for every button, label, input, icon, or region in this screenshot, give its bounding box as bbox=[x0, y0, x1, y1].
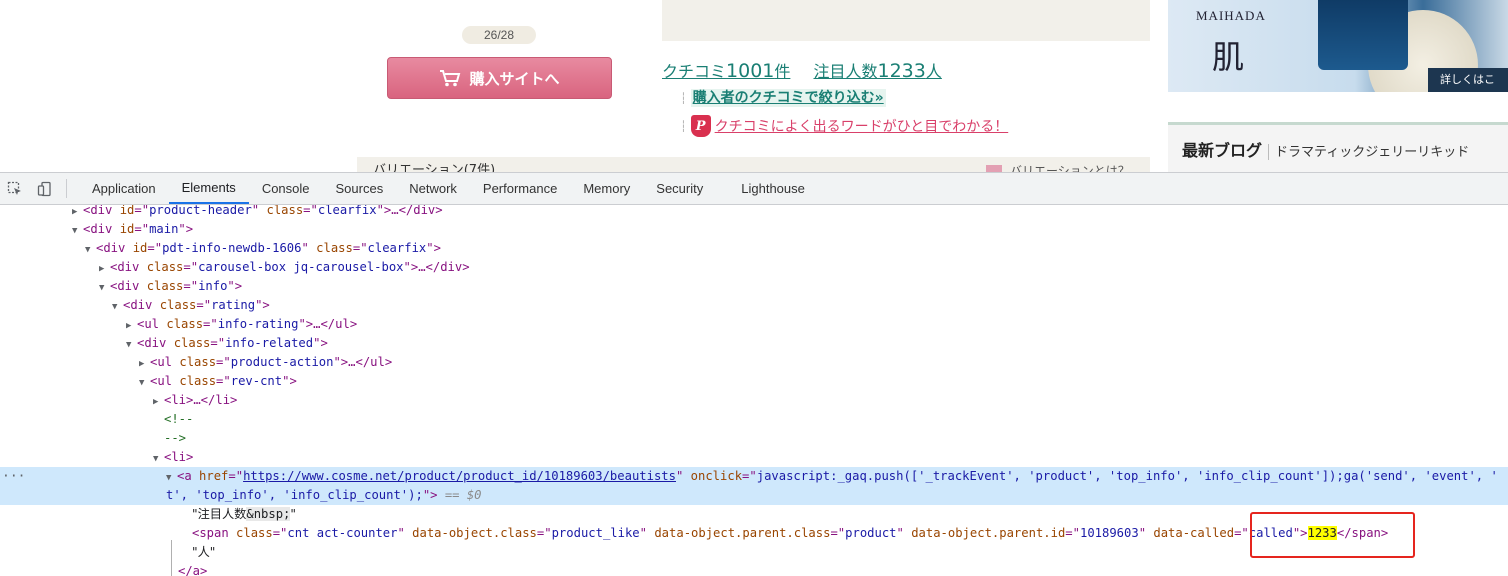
attr-value: cnt act-counter bbox=[287, 526, 398, 540]
tab-sources[interactable]: Sources bbox=[323, 173, 397, 204]
cart-icon bbox=[440, 70, 461, 87]
dom-node[interactable]: ▼ <div id="main"> bbox=[0, 220, 1508, 239]
carousel-counter: 26/28 bbox=[462, 26, 536, 44]
dom-node[interactable]: ▼ <li> bbox=[0, 448, 1508, 467]
blog-heading: 最新ブログ bbox=[1182, 141, 1263, 160]
tab-lighthouse[interactable]: Lighthouse bbox=[728, 173, 818, 204]
attr-value: rating bbox=[211, 298, 256, 312]
devtools-tabbar: Application Elements Console Sources Net… bbox=[0, 173, 1508, 205]
attr-value: 10189603 bbox=[1079, 526, 1139, 540]
attention-count: 1233 bbox=[877, 60, 926, 82]
dom-comment[interactable]: --> bbox=[0, 429, 1508, 448]
content-header-band bbox=[662, 0, 1150, 41]
device-toolbar-icon[interactable] bbox=[30, 173, 60, 204]
attr-value: main bbox=[149, 222, 179, 236]
attr-value: clearfix bbox=[367, 241, 427, 255]
attr-value: carousel-box jq-carousel-box bbox=[198, 260, 404, 274]
tab-application[interactable]: Application bbox=[79, 173, 169, 204]
tab-memory[interactable]: Memory bbox=[570, 173, 643, 204]
blog-title[interactable]: ドラマティックジェリーリキッド bbox=[1275, 145, 1469, 160]
filter-purchaser-row: ┆ 購入者のクチコミで絞り込む» bbox=[680, 87, 886, 107]
tab-security[interactable]: Security bbox=[643, 173, 728, 204]
attr-value: info-related bbox=[225, 336, 314, 350]
dom-node[interactable]: ▶ <li>…</li> bbox=[0, 391, 1508, 410]
indent-guide bbox=[171, 540, 172, 576]
ad-kanji: 肌 bbox=[1212, 38, 1245, 76]
dom-node[interactable]: ▶ <div id="product-header" class="clearfi… bbox=[0, 205, 1508, 220]
nbsp-entity: &nbsp; bbox=[246, 507, 291, 521]
p-badge-icon: P bbox=[690, 115, 711, 137]
buy-site-button[interactable]: 購入サイトへ bbox=[387, 57, 612, 99]
review-count: 1001 bbox=[726, 60, 775, 82]
console-ref: == $0 bbox=[444, 488, 482, 502]
buy-site-label: 購入サイトへ bbox=[469, 69, 560, 88]
attr-value: info bbox=[198, 279, 228, 293]
attention-count-link[interactable]: 注目人数1233人 bbox=[813, 60, 942, 82]
review-count-link[interactable]: クチコミ1001件 bbox=[662, 60, 791, 82]
attr-value: product_like bbox=[551, 526, 640, 540]
dom-node[interactable]: ▼ <div id="pdt-info-newdb-1606" class="cl… bbox=[0, 239, 1508, 258]
more-actions-icon[interactable]: ··· bbox=[2, 467, 25, 486]
review-label: クチコミ bbox=[662, 62, 727, 81]
onclick-value-cont: t', 'top_info', 'info_clip_count'); bbox=[166, 488, 423, 502]
dom-node[interactable]: ▶ <ul class="info-rating">…</ul> bbox=[0, 315, 1508, 334]
variation-help-label: バリエーションとは？ bbox=[1010, 164, 1130, 172]
dom-node[interactable]: ▼ <div class="rating"> bbox=[0, 296, 1508, 315]
comment-close: --> bbox=[164, 431, 187, 445]
ad-more-button[interactable]: 詳しくはこ bbox=[1428, 68, 1508, 92]
href-link[interactable]: https://www.cosme.net/product/product_id… bbox=[243, 469, 676, 483]
tab-console[interactable]: Console bbox=[249, 173, 323, 204]
tab-elements[interactable]: Elements bbox=[168, 173, 249, 204]
blog-separator bbox=[1268, 143, 1270, 160]
text-label: 注目人数 bbox=[197, 507, 247, 521]
attention-unit: 人 bbox=[925, 62, 942, 81]
ad-bottle-graphic bbox=[1318, 0, 1408, 70]
help-icon bbox=[986, 164, 1002, 172]
tab-performance[interactable]: Performance bbox=[470, 173, 570, 204]
dom-node[interactable]: ▼ <div class="info-related"> bbox=[0, 334, 1508, 353]
inspect-element-icon[interactable] bbox=[0, 173, 30, 204]
tree-dot: ┆ bbox=[680, 92, 687, 105]
dom-close-tag[interactable]: </a> bbox=[0, 562, 1508, 576]
ad-brand: MAIHADA bbox=[1196, 8, 1266, 23]
word-cloud-link[interactable]: クチコミによく出るワードがひと目でわかる！ bbox=[715, 116, 1009, 136]
web-page: 26/28 購入サイトへ クチコミ1001件 注目人数1233人 ┆ 購入者のクチ… bbox=[0, 0, 1508, 172]
dom-node-selected[interactable]: ··· ▼ <a href="https://www.cosme.net/produ… bbox=[0, 467, 1508, 486]
dom-node[interactable]: ▶ <div class="carousel-box jq-carousel-bo… bbox=[0, 258, 1508, 277]
dom-node[interactable]: ▼ <div class="info"> bbox=[0, 277, 1508, 296]
attr-value: product bbox=[845, 526, 897, 540]
tab-network[interactable]: Network bbox=[396, 173, 470, 204]
latest-blog: 最新ブログ ドラマティックジェリーリキッド bbox=[1168, 125, 1508, 172]
onclick-value: javascript:_gaq.push(['_trackEvent', 'pr… bbox=[756, 469, 1498, 483]
toolbar-divider bbox=[66, 179, 67, 198]
attr-value: clearfix bbox=[317, 205, 377, 217]
devtools-panel: Application Elements Console Sources Net… bbox=[0, 172, 1508, 576]
comment-open: <!-- bbox=[164, 412, 194, 426]
ad-banner[interactable]: MAIHADA 肌 詳しくはこ bbox=[1168, 0, 1508, 92]
filter-purchaser-link[interactable]: 購入者のクチコミで絞り込む» bbox=[690, 89, 886, 107]
attention-label: 注目人数 bbox=[813, 62, 878, 81]
dom-node[interactable]: ▼ <ul class="rev-cnt"> bbox=[0, 372, 1508, 391]
dom-comment[interactable]: <!-- bbox=[0, 410, 1508, 429]
attr-value: product-header bbox=[149, 205, 252, 217]
attr-value: rev-cnt bbox=[230, 374, 283, 388]
text-unit: 人 bbox=[197, 545, 210, 559]
attr-value: info-rating bbox=[217, 317, 299, 331]
review-count-row: クチコミ1001件 注目人数1233人 bbox=[662, 58, 960, 82]
attr-value: pdt-info-newdb-1606 bbox=[162, 241, 302, 255]
variation-help[interactable]: バリエーションとは？ bbox=[986, 162, 1130, 172]
word-cloud-row: ┆ P クチコミによく出るワードがひと目でわかる！ bbox=[680, 115, 1008, 137]
annotation-highlight-box bbox=[1250, 512, 1415, 558]
attr-value: product-action bbox=[230, 355, 334, 369]
review-unit: 件 bbox=[774, 62, 791, 81]
dom-node-selected-cont[interactable]: t', 'top_info', 'info_clip_count');"> ==… bbox=[0, 486, 1508, 505]
dom-node[interactable]: ▶ <ul class="product-action">…</ul> bbox=[0, 353, 1508, 372]
tree-dot: ┆ bbox=[680, 119, 687, 133]
